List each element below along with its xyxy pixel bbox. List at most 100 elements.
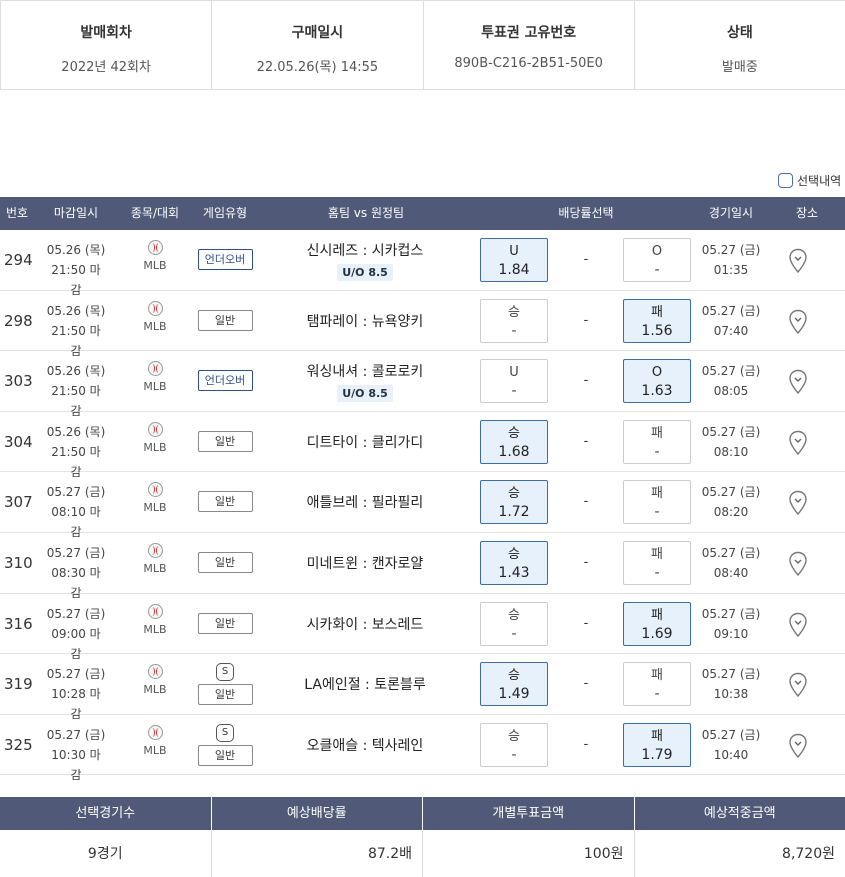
map-pin-icon[interactable]	[788, 309, 808, 335]
map-pin-icon[interactable]	[788, 490, 808, 516]
match-cell: 신시레즈 : 시카컵스 U/O 8.5	[290, 240, 440, 281]
game-type-cell: 일반	[197, 430, 253, 452]
odds-draw: -	[583, 494, 589, 510]
baseball-icon	[147, 361, 163, 377]
baseball-icon	[147, 300, 163, 316]
select-history-checkbox[interactable]	[778, 173, 793, 188]
game-time: 05.27 (금) 07:40	[700, 301, 762, 341]
odds-left-button[interactable]: 승 -	[480, 298, 548, 343]
league-text: MLB	[143, 561, 167, 575]
odds-draw: -	[583, 433, 589, 449]
game-type-cell: 일반	[197, 612, 253, 634]
map-pin-icon[interactable]	[788, 612, 808, 638]
game-number: 310	[4, 553, 33, 572]
odds-right-value: 1.56	[641, 322, 673, 339]
league-text: MLB	[143, 319, 167, 333]
match-teams: 워싱내셔 : 콜로로키	[306, 364, 424, 381]
odds-right-button[interactable]: 패 1.56	[623, 298, 691, 343]
select-history-label: 선택내역	[797, 174, 842, 188]
summary-count: 9경기	[0, 830, 212, 877]
match-teams: 디트타이 : 클리가디	[306, 434, 424, 451]
map-pin-icon[interactable]	[788, 733, 808, 759]
game-date-text: 05.27 (금)	[701, 545, 761, 560]
select-history-toggle[interactable]: 선택내역	[778, 172, 841, 189]
game-number: 316	[4, 614, 33, 633]
map-pin-icon[interactable]	[788, 430, 808, 456]
close-date-text: 05.27 (금)	[46, 485, 106, 500]
ticket-info: 발매회차 2022년 42회차 구매일시 22.05.26(목) 14:55 투…	[0, 0, 845, 90]
odds-right-button[interactable]: 패 1.69	[623, 601, 691, 646]
game-type-tag: 일반	[197, 612, 253, 634]
league-text: MLB	[143, 501, 167, 515]
match-teams: 탬파레이 : 뉴욕양키	[306, 313, 424, 330]
game-time: 05.27 (금) 09:10	[700, 604, 762, 644]
baseball-icon	[147, 664, 163, 680]
odds-left-button[interactable]: U -	[480, 359, 548, 404]
odds-right-button[interactable]: 패 -	[623, 662, 691, 707]
game-time: 05.27 (금) 10:40	[700, 725, 762, 765]
odds-left-value: 1.84	[498, 262, 530, 278]
summary-header: 선택경기수 예상배당률 개별투표금액 예상적중금액	[0, 797, 845, 830]
odds-left-label: 승	[508, 304, 520, 320]
game-type-cell: S 일반	[197, 723, 253, 766]
odds-left-value: -	[511, 625, 517, 642]
odds-right-label: O	[651, 244, 663, 259]
close-date-text: 05.27 (금)	[46, 545, 106, 560]
odds-right-label: 패	[651, 486, 663, 502]
summary-header-count: 선택경기수	[0, 797, 212, 830]
odds-draw: -	[583, 676, 589, 692]
handicap-line: U/O 8.5	[337, 385, 393, 403]
game-time-text: 08:05	[713, 384, 749, 399]
odds-right-button[interactable]: O -	[623, 238, 691, 282]
odds-right-button[interactable]: 패 1.79	[623, 722, 691, 767]
baseball-icon	[147, 482, 163, 498]
odds-right-value: -	[654, 443, 660, 460]
odds-left-button[interactable]: 승 1.43	[480, 540, 548, 585]
game-date-text: 05.27 (금)	[701, 667, 761, 682]
match-teams: 미네트윈 : 캔자로얄	[306, 555, 424, 572]
summary-header-odds: 예상배당률	[211, 797, 423, 830]
league-text: MLB	[143, 622, 167, 636]
close-date-text: 05.26 (목)	[46, 364, 106, 379]
odds-left-button[interactable]: 승 1.72	[480, 480, 548, 525]
table-row: 303 05.26 (목) 21:50 마감 MLB 언더오버 워싱내셔 : 콜…	[0, 351, 845, 418]
league-text: MLB	[143, 743, 167, 757]
odds-right-button[interactable]: 패 -	[623, 480, 691, 525]
baseball-icon	[147, 421, 163, 437]
info-value: 2022년 42회차	[61, 60, 151, 75]
odds-left-button[interactable]: 승 1.49	[480, 662, 548, 707]
table-header: 번호 마감일시 종목/대회 게임유형 홈팀 vs 원정팀 배당률선택 경기일시 …	[0, 197, 845, 230]
game-time-text: 08:20	[713, 505, 749, 520]
game-type-tag: 일반	[197, 491, 253, 513]
close-date-text: 05.27 (금)	[46, 606, 106, 621]
info-value: 22.05.26(목) 14:55	[256, 60, 379, 75]
odds-right-button[interactable]: O 1.63	[623, 359, 691, 404]
odds-right-button[interactable]: 패 -	[623, 419, 691, 464]
info-value: 890B-C216-2B51-50E0	[454, 56, 603, 71]
match-cell: 애틀브레 : 필라필리	[290, 492, 440, 512]
game-date-text: 05.27 (금)	[701, 364, 761, 379]
map-pin-icon[interactable]	[788, 672, 808, 698]
map-pin-icon[interactable]	[788, 369, 808, 395]
odds-right-button[interactable]: 패 -	[623, 540, 691, 585]
info-label: 구매일시	[291, 25, 344, 41]
special-badge: S	[216, 723, 234, 742]
odds-left-button[interactable]: 승 -	[480, 722, 548, 767]
summary-stake: 100원	[423, 830, 635, 877]
game-date-text: 05.27 (금)	[701, 303, 761, 318]
game-time: 05.27 (금) 08:20	[700, 482, 762, 522]
odds-left-button[interactable]: 승 -	[480, 601, 548, 646]
odds-left-button[interactable]: U 1.84	[480, 238, 548, 282]
match-teams: 시카화이 : 보스레드	[306, 616, 424, 633]
sport-cell: MLB	[138, 361, 172, 393]
map-pin-icon[interactable]	[788, 248, 808, 274]
odds-draw: -	[583, 312, 589, 328]
odds-left-button[interactable]: 승 1.68	[480, 419, 548, 464]
table-row: 307 05.27 (금) 08:10 마감 MLB 일반 애틀브레 : 필라필…	[0, 472, 845, 539]
match-cell: 워싱내셔 : 콜로로키 U/O 8.5	[290, 361, 440, 403]
odds-draw: -	[583, 554, 589, 570]
map-pin-icon[interactable]	[788, 551, 808, 577]
game-time: 05.27 (금) 08:10	[700, 422, 762, 462]
game-time-text: 01:35	[713, 263, 749, 277]
baseball-icon	[147, 724, 163, 740]
